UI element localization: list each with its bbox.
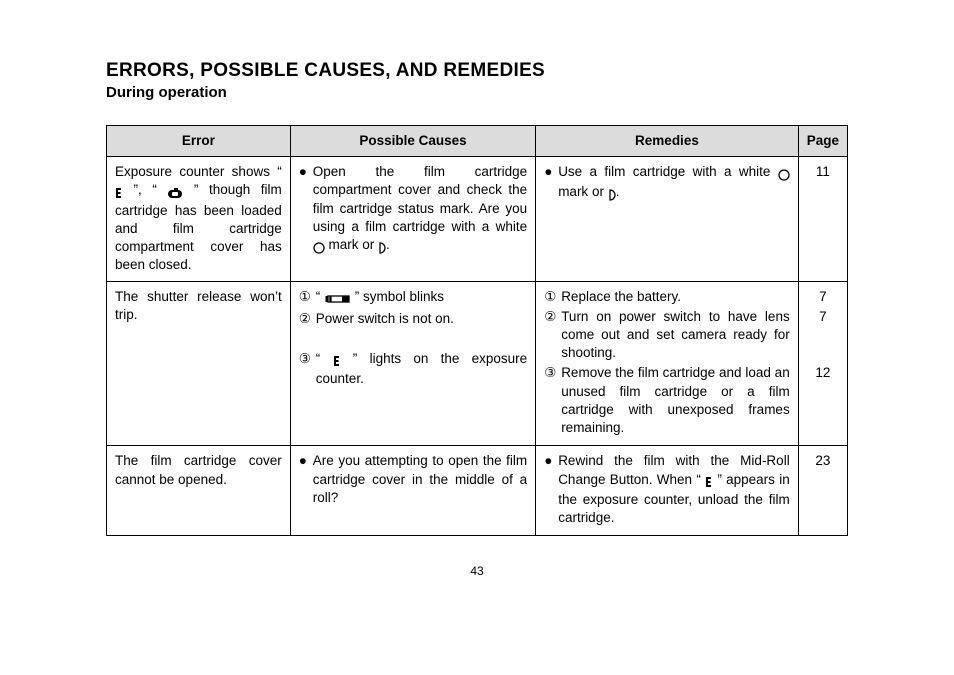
text: “ ” lights on the exposure counter. [316, 350, 527, 388]
circled-three-icon: ③ [544, 364, 561, 437]
text: Replace the battery. [561, 288, 790, 306]
page-number: 43 [106, 564, 848, 578]
bullet-icon: ● [299, 452, 313, 507]
table-row: Exposure counter shows “ ”, “ ” though f… [107, 157, 848, 281]
bullet-icon: ● [299, 163, 313, 256]
text: ” symbol blinks [351, 289, 444, 304]
text: . [386, 237, 390, 252]
cell-page: 7 7 12 [798, 281, 847, 446]
cell-cause: ① “ ” symbol blinks ② Power switch is no… [290, 281, 535, 446]
cell-remedy: ① Replace the battery. ② Turn on power s… [536, 281, 799, 446]
cell-error: The film cartridge cover cannot be opene… [107, 446, 291, 536]
header-causes: Possible Causes [290, 126, 535, 157]
circled-one-icon: ① [544, 288, 561, 306]
circled-three-icon: ③ [299, 350, 316, 388]
cell-error: Exposure counter shows “ ”, “ ” though f… [107, 157, 291, 281]
text: Remove the film cartridge and load an un… [561, 364, 790, 437]
cell-cause: ● Open the film cartridge compartment co… [290, 157, 535, 281]
text: “ [316, 351, 333, 366]
circled-one-icon: ① [299, 288, 316, 308]
circled-two-icon: ② [299, 310, 316, 328]
cell-cause: ● Are you attempting to open the film ca… [290, 446, 535, 536]
text: “ [277, 164, 282, 179]
cell-error: The shutter release won’t trip. [107, 281, 291, 446]
table-row: The film cartridge cover cannot be opene… [107, 446, 848, 536]
header-error: Error [107, 126, 291, 157]
text: “ [316, 289, 324, 304]
halfmoon-icon [378, 238, 386, 256]
cell-page: 23 [798, 446, 847, 536]
text: Are you attempting to open the film cart… [313, 452, 527, 507]
circled-two-icon: ② [544, 308, 561, 363]
troubleshooting-table: Error Possible Causes Remedies Page Expo… [106, 125, 848, 536]
text: Turn on power switch to have lens come o… [561, 308, 790, 363]
text: Exposure counter shows [115, 164, 270, 179]
text: mark or [325, 237, 378, 252]
halfmoon-icon [608, 185, 616, 203]
page-ref: 7 [807, 308, 839, 326]
e-icon [115, 183, 123, 201]
text: “ ” symbol blinks [316, 288, 527, 308]
page-ref: 12 [807, 364, 839, 382]
text: ” lights on the exposure counter. [316, 351, 527, 386]
cell-remedy: ● Rewind the film with the Mid-Roll Chan… [536, 446, 799, 536]
circle-icon [313, 238, 325, 256]
text: Power switch is not on. [316, 310, 527, 328]
text: ”, “ [123, 182, 167, 197]
header-remedies: Remedies [536, 126, 799, 157]
text: Open the film cartridge compartment cove… [313, 163, 527, 256]
cartridge-icon [167, 183, 183, 201]
text: Open the film cartridge compartment cove… [313, 164, 527, 234]
page-subtitle: During operation [106, 84, 848, 101]
text: Rewind the film with the Mid-Roll Change… [558, 452, 790, 527]
cell-remedy: ● Use a film cartridge with a white mark… [536, 157, 799, 281]
table-header-row: Error Possible Causes Remedies Page [107, 126, 848, 157]
battery-icon [324, 290, 351, 308]
text: Use a film cartridge with a white [558, 164, 778, 179]
table-row: The shutter release won’t trip. ① “ ” sy… [107, 281, 848, 446]
page-title: ERRORS, POSSIBLE CAUSES, AND REMEDIES [106, 60, 848, 82]
page-ref: 7 [807, 288, 839, 306]
text: . [616, 184, 620, 199]
text: Use a film cartridge with a white mark o… [558, 163, 790, 203]
header-page: Page [798, 126, 847, 157]
circle-icon [778, 165, 790, 183]
e-icon [705, 473, 713, 491]
e-icon [333, 352, 341, 370]
bullet-icon: ● [544, 163, 558, 203]
text: mark or [558, 184, 608, 199]
cell-page: 11 [798, 157, 847, 281]
bullet-icon: ● [544, 452, 558, 527]
